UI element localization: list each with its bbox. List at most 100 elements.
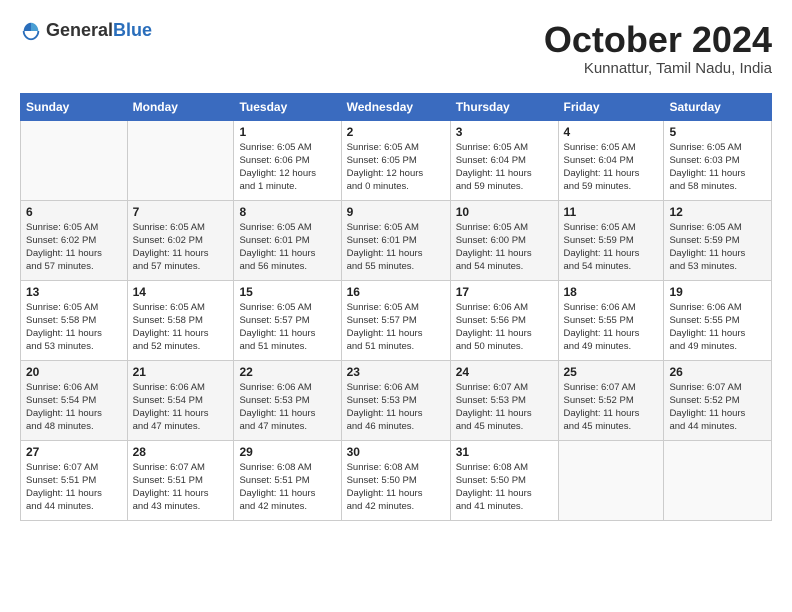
day-number: 7 (133, 205, 229, 219)
day-number: 24 (456, 365, 553, 379)
calendar-cell: 27 Sunrise: 6:07 AM Sunset: 5:51 PM Dayli… (21, 440, 128, 520)
calendar-cell: 3 Sunrise: 6:05 AM Sunset: 6:04 PM Daylig… (450, 120, 558, 200)
calendar-cell: 31 Sunrise: 6:08 AM Sunset: 5:50 PM Dayli… (450, 440, 558, 520)
day-info: Sunrise: 6:05 AM Sunset: 6:01 PM Dayligh… (347, 221, 445, 274)
day-number: 8 (239, 205, 335, 219)
calendar-cell: 17 Sunrise: 6:06 AM Sunset: 5:56 PM Dayli… (450, 280, 558, 360)
day-info: Sunrise: 6:05 AM Sunset: 5:57 PM Dayligh… (239, 301, 335, 354)
location-subtitle: Kunnattur, Tamil Nadu, India (544, 60, 772, 77)
calendar-cell (127, 120, 234, 200)
calendar-cell: 16 Sunrise: 6:05 AM Sunset: 5:57 PM Dayli… (341, 280, 450, 360)
day-info: Sunrise: 6:07 AM Sunset: 5:53 PM Dayligh… (456, 381, 553, 434)
calendar-cell: 14 Sunrise: 6:05 AM Sunset: 5:58 PM Dayli… (127, 280, 234, 360)
calendar-cell: 2 Sunrise: 6:05 AM Sunset: 6:05 PM Daylig… (341, 120, 450, 200)
day-info: Sunrise: 6:08 AM Sunset: 5:51 PM Dayligh… (239, 461, 335, 514)
day-number: 26 (669, 365, 766, 379)
day-number: 15 (239, 285, 335, 299)
day-info: Sunrise: 6:05 AM Sunset: 6:02 PM Dayligh… (133, 221, 229, 274)
day-number: 23 (347, 365, 445, 379)
day-number: 30 (347, 445, 445, 459)
day-number: 20 (26, 365, 122, 379)
day-info: Sunrise: 6:05 AM Sunset: 6:01 PM Dayligh… (239, 221, 335, 274)
day-number: 25 (564, 365, 659, 379)
day-info: Sunrise: 6:05 AM Sunset: 6:00 PM Dayligh… (456, 221, 553, 274)
day-number: 13 (26, 285, 122, 299)
weekday-header-monday: Monday (127, 93, 234, 120)
day-info: Sunrise: 6:06 AM Sunset: 5:54 PM Dayligh… (26, 381, 122, 434)
day-number: 6 (26, 205, 122, 219)
day-info: Sunrise: 6:05 AM Sunset: 6:02 PM Dayligh… (26, 221, 122, 274)
day-info: Sunrise: 6:07 AM Sunset: 5:52 PM Dayligh… (669, 381, 766, 434)
day-number: 3 (456, 125, 553, 139)
calendar-table: SundayMondayTuesdayWednesdayThursdayFrid… (20, 93, 772, 521)
day-info: Sunrise: 6:06 AM Sunset: 5:55 PM Dayligh… (669, 301, 766, 354)
weekday-header-thursday: Thursday (450, 93, 558, 120)
calendar-cell: 7 Sunrise: 6:05 AM Sunset: 6:02 PM Daylig… (127, 200, 234, 280)
title-block: October 2024 Kunnattur, Tamil Nadu, Indi… (544, 20, 772, 77)
day-info: Sunrise: 6:06 AM Sunset: 5:55 PM Dayligh… (564, 301, 659, 354)
calendar-cell: 20 Sunrise: 6:06 AM Sunset: 5:54 PM Dayli… (21, 360, 128, 440)
calendar-cell (558, 440, 664, 520)
day-info: Sunrise: 6:05 AM Sunset: 6:05 PM Dayligh… (347, 141, 445, 194)
day-info: Sunrise: 6:05 AM Sunset: 6:04 PM Dayligh… (456, 141, 553, 194)
day-info: Sunrise: 6:05 AM Sunset: 5:58 PM Dayligh… (26, 301, 122, 354)
month-title: October 2024 (544, 20, 772, 60)
calendar-cell (21, 120, 128, 200)
day-number: 14 (133, 285, 229, 299)
day-number: 1 (239, 125, 335, 139)
day-number: 17 (456, 285, 553, 299)
day-number: 2 (347, 125, 445, 139)
day-number: 12 (669, 205, 766, 219)
day-number: 22 (239, 365, 335, 379)
calendar-cell: 22 Sunrise: 6:06 AM Sunset: 5:53 PM Dayli… (234, 360, 341, 440)
calendar-cell: 23 Sunrise: 6:06 AM Sunset: 5:53 PM Dayli… (341, 360, 450, 440)
calendar-cell: 5 Sunrise: 6:05 AM Sunset: 6:03 PM Daylig… (664, 120, 772, 200)
calendar-cell: 13 Sunrise: 6:05 AM Sunset: 5:58 PM Dayli… (21, 280, 128, 360)
day-number: 5 (669, 125, 766, 139)
calendar-week-2: 6 Sunrise: 6:05 AM Sunset: 6:02 PM Daylig… (21, 200, 772, 280)
day-info: Sunrise: 6:08 AM Sunset: 5:50 PM Dayligh… (347, 461, 445, 514)
day-number: 18 (564, 285, 659, 299)
day-number: 21 (133, 365, 229, 379)
day-number: 9 (347, 205, 445, 219)
day-info: Sunrise: 6:06 AM Sunset: 5:56 PM Dayligh… (456, 301, 553, 354)
calendar-cell (664, 440, 772, 520)
day-info: Sunrise: 6:06 AM Sunset: 5:53 PM Dayligh… (239, 381, 335, 434)
calendar-cell: 30 Sunrise: 6:08 AM Sunset: 5:50 PM Dayli… (341, 440, 450, 520)
calendar-cell: 19Sunrise: 6:06 AM Sunset: 5:55 PM Dayli… (664, 280, 772, 360)
day-number: 27 (26, 445, 122, 459)
calendar-cell: 1 Sunrise: 6:05 AM Sunset: 6:06 PM Daylig… (234, 120, 341, 200)
calendar-cell: 9 Sunrise: 6:05 AM Sunset: 6:01 PM Daylig… (341, 200, 450, 280)
calendar-cell: 26 Sunrise: 6:07 AM Sunset: 5:52 PM Dayli… (664, 360, 772, 440)
day-info: Sunrise: 6:05 AM Sunset: 5:59 PM Dayligh… (564, 221, 659, 274)
day-info: Sunrise: 6:08 AM Sunset: 5:50 PM Dayligh… (456, 461, 553, 514)
day-number: 16 (347, 285, 445, 299)
day-info: Sunrise: 6:05 AM Sunset: 5:59 PM Dayligh… (669, 221, 766, 274)
calendar-cell: 11Sunrise: 6:05 AM Sunset: 5:59 PM Dayli… (558, 200, 664, 280)
logo-text-blue: Blue (113, 20, 152, 40)
day-info: Sunrise: 6:05 AM Sunset: 6:03 PM Dayligh… (669, 141, 766, 194)
logo-icon (20, 20, 42, 42)
day-info: Sunrise: 6:07 AM Sunset: 5:51 PM Dayligh… (133, 461, 229, 514)
day-info: Sunrise: 6:05 AM Sunset: 6:06 PM Dayligh… (239, 141, 335, 194)
calendar-cell: 25Sunrise: 6:07 AM Sunset: 5:52 PM Dayli… (558, 360, 664, 440)
logo: GeneralBlue (20, 20, 152, 42)
weekday-header-tuesday: Tuesday (234, 93, 341, 120)
day-number: 29 (239, 445, 335, 459)
day-info: Sunrise: 6:07 AM Sunset: 5:51 PM Dayligh… (26, 461, 122, 514)
day-info: Sunrise: 6:06 AM Sunset: 5:53 PM Dayligh… (347, 381, 445, 434)
weekday-header-wednesday: Wednesday (341, 93, 450, 120)
day-number: 10 (456, 205, 553, 219)
day-number: 31 (456, 445, 553, 459)
calendar-cell: 18 Sunrise: 6:06 AM Sunset: 5:55 PM Dayli… (558, 280, 664, 360)
calendar-header-row: SundayMondayTuesdayWednesdayThursdayFrid… (21, 93, 772, 120)
day-info: Sunrise: 6:06 AM Sunset: 5:54 PM Dayligh… (133, 381, 229, 434)
calendar-cell: 28 Sunrise: 6:07 AM Sunset: 5:51 PM Dayli… (127, 440, 234, 520)
calendar-cell: 24 Sunrise: 6:07 AM Sunset: 5:53 PM Dayli… (450, 360, 558, 440)
day-info: Sunrise: 6:05 AM Sunset: 5:58 PM Dayligh… (133, 301, 229, 354)
day-info: Sunrise: 6:05 AM Sunset: 5:57 PM Dayligh… (347, 301, 445, 354)
day-number: 28 (133, 445, 229, 459)
calendar-cell: 10 Sunrise: 6:05 AM Sunset: 6:00 PM Dayli… (450, 200, 558, 280)
calendar-week-3: 13 Sunrise: 6:05 AM Sunset: 5:58 PM Dayli… (21, 280, 772, 360)
weekday-header-sunday: Sunday (21, 93, 128, 120)
